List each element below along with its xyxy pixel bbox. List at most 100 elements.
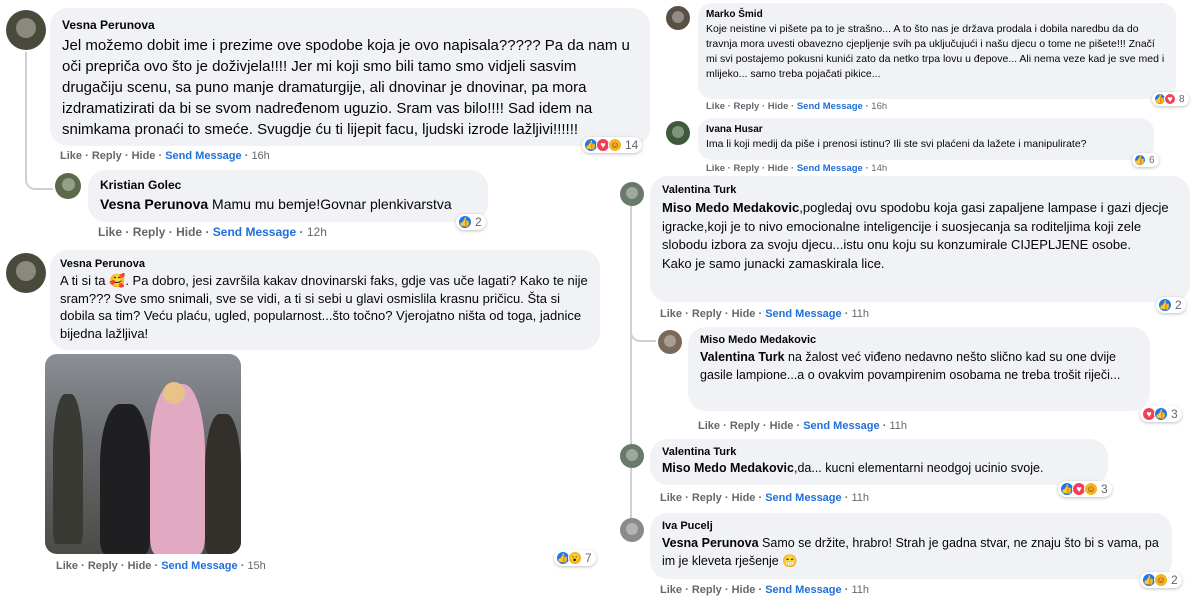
reply-link[interactable]: Reply xyxy=(88,560,118,572)
comment-actions: Like · Reply · Hide · Send Message · 11h xyxy=(660,308,869,320)
like-link[interactable]: Like xyxy=(706,101,725,112)
send-message-link[interactable]: Send Message xyxy=(797,101,863,112)
comment-author[interactable]: Marko Šmid xyxy=(706,9,1168,20)
mention-link[interactable]: Miso Medo Medakovic xyxy=(662,200,799,215)
haha-reaction-icon: ☺ xyxy=(1084,482,1098,496)
reply-link[interactable]: Reply xyxy=(133,225,166,239)
timestamp[interactable]: 11h xyxy=(851,584,869,596)
mention-link[interactable]: Valentina Turk xyxy=(700,350,785,364)
reaction-summary[interactable]: ♥ 👍 3 xyxy=(1140,406,1182,422)
like-link[interactable]: Like xyxy=(98,225,122,239)
love-reaction-icon: ♥ xyxy=(1164,93,1176,105)
hide-link[interactable]: Hide xyxy=(176,225,202,239)
hide-link[interactable]: Hide xyxy=(770,420,794,432)
hide-link[interactable]: Hide xyxy=(732,584,756,596)
comment-bubble: Vesna Perunova A ti si ta 🥰. Pa dobro, j… xyxy=(50,250,600,350)
reaction-summary[interactable]: 👍 ♥ 8 xyxy=(1152,92,1189,106)
hide-link[interactable]: Hide xyxy=(132,150,156,162)
timestamp[interactable]: 14h xyxy=(871,163,887,174)
comment-text: Jel možemo dobit ime i prezime ove spodo… xyxy=(62,37,630,138)
avatar[interactable] xyxy=(666,121,690,145)
avatar[interactable] xyxy=(6,253,46,293)
comment-author[interactable]: Kristian Golec xyxy=(100,178,476,192)
reaction-summary[interactable]: 👍 2 xyxy=(1156,297,1186,313)
avatar[interactable] xyxy=(620,444,644,468)
reply-link[interactable]: Reply xyxy=(92,150,122,162)
attached-photo[interactable] xyxy=(45,354,241,554)
timestamp[interactable]: 11h xyxy=(889,420,907,432)
timestamp[interactable]: 15h xyxy=(247,560,265,572)
reaction-summary[interactable]: 👍 😮 7 xyxy=(554,550,596,566)
comment-author[interactable]: Miso Medo Medakovic xyxy=(700,334,1138,346)
reaction-summary[interactable]: 👍 6 xyxy=(1132,153,1159,167)
reply-link[interactable]: Reply xyxy=(692,492,722,504)
mention-link[interactable]: Miso Medo Medakovic xyxy=(662,461,794,475)
like-link[interactable]: Like xyxy=(660,492,682,504)
like-link[interactable]: Like xyxy=(698,420,720,432)
timestamp[interactable]: 16h xyxy=(871,101,887,112)
hide-link[interactable]: Hide xyxy=(128,560,152,572)
comment-text: A ti si ta 🥰. Pa dobro, jesi završila ka… xyxy=(60,273,588,341)
avatar[interactable] xyxy=(6,10,46,50)
comment-author[interactable]: Valentina Turk xyxy=(662,446,1096,458)
separator: · xyxy=(762,420,770,432)
hide-link[interactable]: Hide xyxy=(768,163,789,174)
comment-author[interactable]: Vesna Perunova xyxy=(60,258,590,270)
comment-author[interactable]: Ivana Husar xyxy=(706,124,1146,135)
timestamp[interactable]: 16h xyxy=(251,150,269,162)
reply-link[interactable]: Reply xyxy=(733,163,759,174)
reaction-count: 2 xyxy=(1171,573,1178,587)
hide-link[interactable]: Hide xyxy=(768,101,789,112)
like-link[interactable]: Like xyxy=(660,584,682,596)
comment-author[interactable]: Valentina Turk xyxy=(662,184,1178,196)
hide-link[interactable]: Hide xyxy=(732,492,756,504)
haha-reaction-icon: ☺ xyxy=(1154,573,1168,587)
mention-link[interactable]: Vesna Perunova xyxy=(662,536,759,550)
comment-actions: Like · Reply · Hide · Send Message · 11h xyxy=(698,420,907,432)
send-message-link[interactable]: Send Message xyxy=(765,308,841,320)
comment-author[interactable]: Vesna Perunova xyxy=(62,18,638,32)
comment-text: Koje neistine vi pišete pa to je strašno… xyxy=(706,23,1165,80)
like-link[interactable]: Like xyxy=(660,308,682,320)
reply-link[interactable]: Reply xyxy=(730,420,760,432)
avatar[interactable] xyxy=(666,6,690,30)
separator: · xyxy=(124,150,132,162)
send-message-link[interactable]: Send Message xyxy=(765,492,841,504)
like-link[interactable]: Like xyxy=(706,163,725,174)
mention-link[interactable]: Vesna Perunova xyxy=(100,196,208,212)
reaction-count: 3 xyxy=(1171,407,1178,421)
comment-author[interactable]: Iva Pucelj xyxy=(662,520,1160,532)
reaction-summary[interactable]: 👍 ☺ 2 xyxy=(1140,572,1182,588)
comment-bubble: Iva Pucelj Vesna Perunova Samo se držite… xyxy=(650,513,1172,579)
avatar[interactable] xyxy=(658,330,682,354)
reply-link[interactable]: Reply xyxy=(733,101,759,112)
send-message-link[interactable]: Send Message xyxy=(213,225,296,239)
timestamp[interactable]: 11h xyxy=(851,308,869,320)
reaction-count: 7 xyxy=(585,551,592,565)
send-message-link[interactable]: Send Message xyxy=(165,150,241,162)
like-link[interactable]: Like xyxy=(56,560,78,572)
comment-bubble: Marko Šmid Koje neistine vi pišete pa to… xyxy=(698,3,1176,99)
reply-link[interactable]: Reply xyxy=(692,308,722,320)
reply-link[interactable]: Reply xyxy=(692,584,722,596)
timestamp[interactable]: 11h xyxy=(851,492,869,504)
avatar[interactable] xyxy=(55,173,81,199)
thread-connector xyxy=(25,52,53,190)
reaction-summary[interactable]: 👍 ♥ ☺ 3 xyxy=(1058,481,1112,497)
separator: · xyxy=(85,150,92,162)
hide-link[interactable]: Hide xyxy=(732,308,756,320)
comment-bubble: Kristian Golec Vesna Perunova Mamu mu be… xyxy=(88,170,488,222)
reaction-summary[interactable]: 👍 2 xyxy=(456,214,486,230)
avatar[interactable] xyxy=(620,182,644,206)
send-message-link[interactable]: Send Message xyxy=(765,584,841,596)
send-message-link[interactable]: Send Message xyxy=(797,163,863,174)
send-message-link[interactable]: Send Message xyxy=(161,560,237,572)
thread-connector xyxy=(630,300,656,342)
like-link[interactable]: Like xyxy=(60,150,82,162)
comment-text: Miso Medo Medakovic,da... kucni elementa… xyxy=(662,460,1096,477)
send-message-link[interactable]: Send Message xyxy=(803,420,879,432)
avatar[interactable] xyxy=(620,518,644,542)
reaction-count: 3 xyxy=(1101,482,1108,496)
timestamp[interactable]: 12h xyxy=(307,225,327,239)
comment-bubble: Miso Medo Medakovic Valentina Turk na ža… xyxy=(688,327,1150,411)
